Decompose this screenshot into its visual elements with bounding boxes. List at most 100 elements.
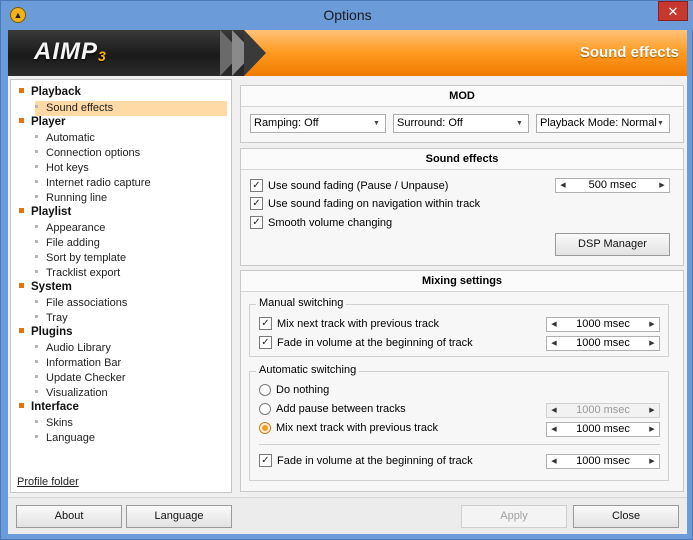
manual-mix-duration-spinner[interactable]: ◀ 1000 msec ▶ [546, 317, 660, 332]
pause-duration-spinner: ◀ 1000 msec ▶ [546, 403, 660, 418]
item-bullet-icon [35, 105, 38, 108]
tree-category[interactable]: Plugins [19, 326, 73, 338]
dropdown-arrow-icon: ▼ [373, 120, 380, 127]
tree-item[interactable]: Appearance [35, 221, 227, 236]
tree-item[interactable]: Sound effects [35, 101, 227, 116]
decrease-arrow-icon[interactable]: ◀ [549, 455, 559, 468]
increase-arrow-icon[interactable]: ▶ [647, 455, 657, 468]
sound-effects-panel-title: Sound effects [241, 149, 683, 170]
increase-arrow-icon[interactable]: ▶ [647, 423, 657, 436]
item-bullet-icon [35, 315, 38, 318]
tree-item[interactable]: Audio Library [35, 341, 227, 356]
item-bullet-icon [35, 375, 38, 378]
playback-mode-select[interactable]: Playback Mode: Normal ▼ [536, 114, 670, 133]
aimp-logo: AIMP3 [34, 38, 107, 65]
tree-item[interactable]: Connection options [35, 146, 227, 161]
dsp-manager-button[interactable]: DSP Manager [555, 233, 670, 256]
tree-item[interactable]: Skins [35, 416, 227, 431]
tree-category[interactable]: Player [19, 116, 66, 128]
close-button[interactable]: Close [573, 505, 679, 528]
apply-button: Apply [461, 505, 567, 528]
tree-category[interactable]: Interface [19, 401, 79, 413]
language-button[interactable]: Language [126, 505, 232, 528]
item-bullet-icon [35, 300, 38, 303]
category-bullet-icon [19, 328, 24, 333]
checkbox-checked-icon: ✓ [250, 216, 263, 229]
ramping-select[interactable]: Ramping: Off ▼ [250, 114, 386, 133]
decrease-arrow-icon[interactable]: ◀ [549, 337, 559, 350]
mod-panel-title: MOD [241, 86, 683, 107]
fading-duration-spinner[interactable]: ◀ 500 msec ▶ [555, 178, 670, 193]
auto-fade-checkbox[interactable]: ✓ Fade in volume at the beginning of trac… [259, 454, 473, 467]
do-nothing-radio[interactable]: Do nothing [259, 384, 329, 396]
dropdown-arrow-icon: ▼ [657, 120, 664, 127]
checkbox-checked-icon: ✓ [259, 454, 272, 467]
item-bullet-icon [35, 165, 38, 168]
increase-arrow-icon[interactable]: ▶ [647, 337, 657, 350]
tree-item[interactable]: Sort by template [35, 251, 227, 266]
increase-arrow-icon: ▶ [649, 407, 655, 414]
tree-item[interactable]: Tracklist export [35, 266, 227, 281]
auto-fade-duration-spinner[interactable]: ◀ 1000 msec ▶ [546, 454, 660, 469]
sound-fading-checkbox[interactable]: ✓ Use sound fading (Pause / Unpause) [250, 179, 448, 192]
tree-item[interactable]: Internet radio capture [35, 176, 227, 191]
checkbox-checked-icon: ✓ [250, 179, 263, 192]
settings-tree: Playback Sound effects Player Automatic Conn… [10, 79, 232, 493]
tree-item[interactable]: File associations [35, 296, 227, 311]
tree-category[interactable]: System [19, 281, 72, 293]
tree-item[interactable]: Tray [35, 311, 227, 326]
fading-navigation-checkbox[interactable]: ✓ Use sound fading on navigation within t… [250, 197, 480, 210]
header-banner: AIMP3 Sound effects [8, 30, 687, 76]
manual-fade-checkbox[interactable]: ✓ Fade in volume at the beginning of trac… [259, 336, 473, 349]
title-bar[interactable]: ▲ Options ✕ [1, 1, 693, 30]
client-area: AIMP3 Sound effects Playback Sound effect… [8, 30, 687, 534]
category-bullet-icon [19, 208, 24, 213]
tree-item[interactable]: Automatic [35, 131, 227, 146]
checkbox-checked-icon: ✓ [250, 197, 263, 210]
chevron-icon [244, 30, 266, 76]
dropdown-arrow-icon: ▼ [516, 120, 523, 127]
item-bullet-icon [35, 225, 38, 228]
decrease-arrow-icon: ◀ [551, 407, 557, 414]
item-bullet-icon [35, 240, 38, 243]
options-window: ▲ Options ✕ AIMP3 Sound effects Playback… [0, 0, 693, 540]
category-bullet-icon [19, 283, 24, 288]
tree-item[interactable]: Language [35, 431, 227, 446]
tree-item[interactable]: Update Checker [35, 371, 227, 386]
item-bullet-icon [35, 195, 38, 198]
auto-mix-radio[interactable]: Mix next track with previous track [259, 422, 438, 434]
item-bullet-icon [35, 435, 38, 438]
tree-category[interactable]: Playback [19, 86, 81, 98]
radio-unselected-icon [259, 384, 271, 396]
tree-category[interactable]: Playlist [19, 206, 71, 218]
manual-fade-duration-spinner[interactable]: ◀ 1000 msec ▶ [546, 336, 660, 351]
item-bullet-icon [35, 135, 38, 138]
tree-item[interactable]: Hot keys [35, 161, 227, 176]
decrease-arrow-icon[interactable]: ◀ [549, 318, 559, 331]
tree-item[interactable]: Information Bar [35, 356, 227, 371]
about-button[interactable]: About [16, 505, 122, 528]
profile-folder-link[interactable]: Profile folder [17, 476, 79, 488]
banner-page-title: Sound effects [579, 44, 679, 61]
radio-selected-icon [259, 422, 271, 434]
mixing-settings-panel: Mixing settings Manual switching ✓ Mix ne… [240, 270, 684, 492]
item-bullet-icon [35, 270, 38, 273]
checkbox-checked-icon: ✓ [259, 336, 272, 349]
tree-item[interactable]: File adding [35, 236, 227, 251]
increase-arrow-icon[interactable]: ▶ [657, 179, 667, 192]
divider [259, 444, 660, 445]
decrease-arrow-icon[interactable]: ◀ [558, 179, 568, 192]
tree-item[interactable]: Visualization [35, 386, 227, 401]
close-window-button[interactable]: ✕ [658, 1, 688, 21]
increase-arrow-icon[interactable]: ▶ [647, 318, 657, 331]
decrease-arrow-icon[interactable]: ◀ [549, 423, 559, 436]
tree-item[interactable]: Running line [35, 191, 227, 206]
manual-switching-group: Manual switching ✓ Mix next track with pr… [249, 297, 669, 357]
manual-mix-checkbox[interactable]: ✓ Mix next track with previous track [259, 317, 439, 330]
smooth-volume-checkbox[interactable]: ✓ Smooth volume changing [250, 216, 392, 229]
auto-mix-duration-spinner[interactable]: ◀ 1000 msec ▶ [546, 422, 660, 437]
window-title: Options [323, 7, 372, 23]
add-pause-radio[interactable]: Add pause between tracks [259, 403, 406, 415]
automatic-switching-label: Automatic switching [256, 364, 360, 376]
surround-select[interactable]: Surround: Off ▼ [393, 114, 529, 133]
